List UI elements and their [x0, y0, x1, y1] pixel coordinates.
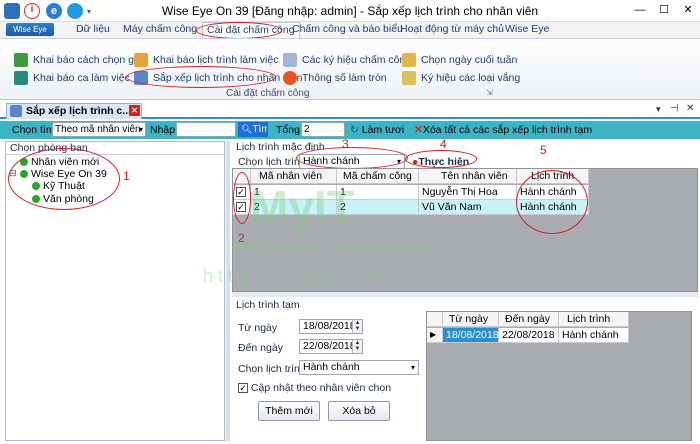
grid-header-indicator: [427, 312, 443, 327]
panel-splitter[interactable]: [226, 141, 230, 441]
tab-may-cham-cong[interactable]: Máy chấm công: [123, 22, 197, 38]
checkbox-checked-icon: ✓: [238, 383, 248, 394]
search-icon: 🔍︎: [241, 124, 253, 134]
group-expand-icon[interactable]: ⇲: [486, 88, 493, 97]
update-selected-checkbox[interactable]: ✓ Cập nhật theo nhân viên chọn: [238, 382, 391, 394]
temp-schedule-title: Lịch trình tạm: [236, 299, 300, 311]
cell-tu-ngay: 18/08/2018: [443, 328, 499, 343]
annotation-ellipse-tab: [196, 22, 282, 39]
search-toolbar: Chọn tìm Theo mã nhân viên ▾ Nhập 🔍︎Tìm …: [0, 121, 700, 139]
tab-du-lieu[interactable]: Dữ liệu: [76, 22, 110, 38]
annotation-number-1: 1: [123, 169, 130, 183]
spinner-icon[interactable]: ▲ ▼: [352, 340, 362, 353]
close-icon[interactable]: ✕: [129, 105, 140, 116]
col-den-ngay[interactable]: Đến ngày: [499, 312, 559, 327]
col-tu-ngay[interactable]: Từ ngày: [443, 312, 499, 327]
chevron-down-icon: ▾: [410, 363, 415, 372]
btn-khai-bao-ca-lam-viec[interactable]: Khai báo ca làm việc: [14, 70, 130, 86]
col-lich-trinh[interactable]: Lịch trình: [559, 312, 629, 327]
temp-schedule-grid: Từ ngày Đến ngày Lịch trình ▶ 18/08/2018…: [426, 311, 692, 441]
absence-icon: [402, 71, 416, 86]
tab-cham-cong-bao-bieu[interactable]: Chấm công và báo biểu: [292, 22, 403, 38]
tab-dropdown-icon[interactable]: ▾: [656, 104, 661, 115]
table-row[interactable]: ▶ 18/08/2018 22/08/2018 Hành chánh: [427, 328, 691, 343]
annotation-number-5: 5: [540, 143, 547, 157]
window-title: Wise Eye On 39 [Đăng nhập: admin] - Sắp …: [161, 4, 539, 18]
annotation-ellipse-menu: [126, 66, 276, 88]
pin-icon[interactable]: ⊣: [670, 103, 679, 114]
tab-hoat-dong-may-chu[interactable]: Hoạt động từ máy chủ: [400, 22, 504, 38]
shift-icon: [14, 71, 28, 86]
doc-tab-label: Sắp xếp lịch trình c...: [26, 105, 132, 117]
spinner-icon[interactable]: ▲ ▼: [352, 320, 362, 333]
watermark-slogan: Our solutions your success!: [232, 238, 435, 255]
add-new-button[interactable]: Thêm mới: [258, 401, 320, 421]
tong-label: Tổng: [276, 124, 300, 136]
tu-ngay-label: Từ ngày: [238, 322, 278, 334]
annotation-ellipse-checkbox: [233, 172, 251, 224]
cell-ten-nhan-vien: Vũ Văn Nam: [419, 200, 517, 215]
refresh-button[interactable]: ↻ Làm tươi: [350, 124, 404, 136]
delete-icon: ✕: [414, 124, 423, 136]
btn-chon-ngay-cuoi-tuan[interactable]: Chọn ngày cuối tuần: [402, 52, 517, 68]
doc-tab-sap-xep[interactable]: Sắp xếp lịch trình c... ✕: [6, 103, 142, 119]
chon-tim-label: Chọn tìm: [12, 124, 55, 136]
schedule-arrange-icon: [10, 105, 22, 117]
clear-all-button[interactable]: ✕Xóa tất cả các sắp xếp lịch trình tạm: [414, 124, 592, 136]
chevron-down-icon: ▾: [138, 125, 143, 134]
ribbon-group-label: Cài đặt chấm công: [226, 88, 310, 99]
grid-header: Từ ngày Đến ngày Lịch trình: [427, 312, 691, 327]
watermark-url: https://myit.vn: [203, 266, 390, 286]
search-mode-select[interactable]: Theo mã nhân viên ▾: [52, 122, 146, 137]
weekend-icon: [402, 53, 416, 68]
den-ngay-label: Đến ngày: [238, 342, 283, 354]
btn-thong-so-lam-tron[interactable]: Thông số làm tròn: [283, 70, 387, 86]
cell-lich-trinh: Hành chánh: [559, 328, 629, 343]
close-doc-icon[interactable]: ✕: [686, 103, 694, 114]
delete-button[interactable]: Xóa bỏ: [328, 401, 390, 421]
title-bar: i e ▾ Wise Eye On 39 [Đăng nhập: admin] …: [0, 0, 700, 22]
temp-schedule-select[interactable]: Hành chánh ▾: [299, 360, 419, 375]
clock-icon: [14, 53, 28, 68]
minimize-button[interactable]: —: [632, 3, 648, 17]
btn-cac-ky-hieu-cham-cong[interactable]: Các ký hiệu chấm công: [283, 52, 411, 68]
total-count: 2: [301, 122, 345, 137]
watermark-logo: MyIT: [250, 181, 355, 233]
cell-ten-nhan-vien: Nguyễn Thị Hoa: [419, 185, 517, 200]
rounding-icon: [283, 71, 297, 86]
temp-chon-lich-trinh-label: Chọn lịch trình: [238, 363, 306, 375]
btn-ky-hieu-cac-loai-vang[interactable]: Ký hiệu các loại vắng: [402, 70, 520, 86]
symbols-icon: [283, 53, 297, 68]
annotation-number-3: 3: [342, 137, 349, 151]
app-menu-button[interactable]: Wise Eye: [6, 23, 54, 36]
to-date-input[interactable]: 22/08/2018 ▲ ▼: [299, 339, 363, 354]
cell-den-ngay: 22/08/2018: [499, 328, 559, 343]
from-date-input[interactable]: 18/08/2018 ▲ ▼: [299, 319, 363, 334]
annotation-ellipse-run: [405, 150, 477, 168]
row-indicator-icon: ▶: [427, 328, 443, 343]
annotation-number-4: 4: [440, 137, 447, 151]
search-input[interactable]: [176, 122, 236, 137]
calendar-icon: [134, 53, 148, 68]
close-button[interactable]: ✕: [680, 3, 696, 17]
ribbon-panel: Khai báo cách chọn giờ Khai báo ca làm v…: [0, 38, 700, 100]
annotation-ellipse-select: [296, 147, 408, 169]
col-ten-nhan-vien[interactable]: Tên nhân viên: [419, 169, 517, 184]
ribbon-tab-bar: Dữ liệu Máy chấm công Cài đặt chấm công …: [0, 22, 700, 38]
annotation-ellipse-column: [516, 170, 588, 234]
tab-wise-eye[interactable]: Wise Eye: [505, 22, 549, 38]
refresh-icon: ↻: [350, 124, 359, 136]
annotation-ellipse-tree: [8, 148, 120, 210]
search-button[interactable]: 🔍︎Tìm: [238, 122, 268, 137]
btn-khai-bao-cach-chon-gio[interactable]: Khai báo cách chọn giờ: [14, 52, 143, 68]
nhap-label: Nhập: [150, 124, 176, 136]
panel-splitter-horizontal[interactable]: [232, 292, 698, 297]
maximize-button[interactable]: ☐: [656, 3, 672, 17]
